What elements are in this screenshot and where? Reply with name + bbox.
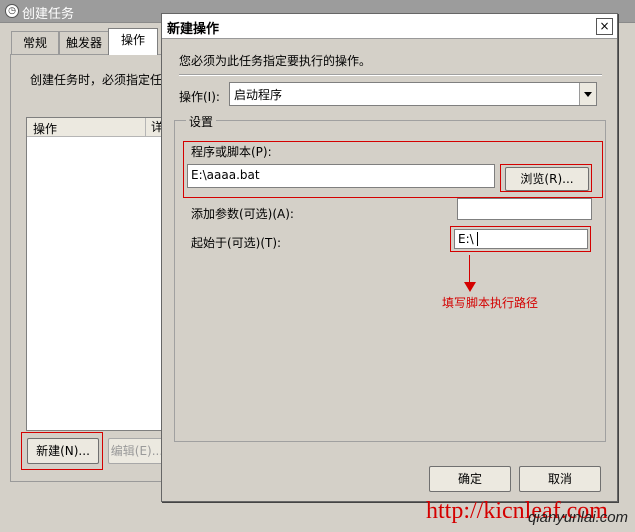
clock-icon: ◷ bbox=[5, 4, 19, 18]
program-input[interactable]: E:\aaaa.bat bbox=[187, 164, 495, 188]
annotation-text: 填写脚本执行路径 bbox=[442, 296, 539, 310]
watermark-secondary: qianyunlai.com bbox=[528, 509, 629, 526]
start-in-label: 起始于(可选)(T): bbox=[191, 236, 282, 250]
chevron-down-icon[interactable] bbox=[579, 83, 596, 105]
action-select[interactable]: 启动程序 bbox=[229, 82, 597, 106]
actions-instruction: 创建任务时，必须指定任 bbox=[30, 73, 163, 87]
action-select-value: 启动程序 bbox=[234, 88, 283, 102]
tab-general[interactable]: 常规 bbox=[11, 31, 59, 54]
divider bbox=[179, 74, 602, 76]
new-action-button[interactable]: 新建(N)... bbox=[27, 438, 99, 464]
program-input-value: E:\aaaa.bat bbox=[191, 168, 260, 182]
tab-actions[interactable]: 操作 bbox=[108, 28, 158, 55]
start-in-input-value: E:\ bbox=[458, 232, 474, 246]
annotation-arrow-line bbox=[469, 255, 470, 283]
arrow-down-icon bbox=[464, 282, 476, 292]
new-action-title: 新建操作 bbox=[167, 22, 220, 37]
text-caret bbox=[477, 232, 478, 246]
create-task-title: 创建任务 bbox=[22, 7, 75, 22]
ok-button[interactable]: 确定 bbox=[429, 466, 511, 492]
settings-legend: 设置 bbox=[186, 113, 217, 130]
start-in-input[interactable]: E:\ bbox=[454, 229, 588, 249]
action-label: 操作(I): bbox=[179, 90, 220, 104]
actions-list-header: 操作 详 bbox=[27, 118, 167, 137]
cancel-button[interactable]: 取消 bbox=[519, 466, 601, 492]
actions-list[interactable]: 操作 详 bbox=[26, 117, 168, 431]
new-action-titlebar: 新建操作 × bbox=[162, 14, 617, 39]
browse-button[interactable]: 浏览(R)... bbox=[505, 167, 589, 191]
close-icon[interactable]: × bbox=[596, 18, 613, 35]
args-label: 添加参数(可选)(A): bbox=[191, 207, 294, 221]
args-input[interactable] bbox=[457, 198, 592, 220]
tab-triggers[interactable]: 触发器 bbox=[59, 31, 109, 54]
edit-action-button[interactable]: 编辑(E)... bbox=[108, 438, 166, 464]
column-header-action[interactable]: 操作 bbox=[33, 120, 57, 137]
dialog-instruction: 您必须为此任务指定要执行的操作。 bbox=[179, 54, 372, 68]
program-label: 程序或脚本(P): bbox=[191, 145, 272, 159]
new-action-dialog: 新建操作 × 您必须为此任务指定要执行的操作。 操作(I): 启动程序 设置 程… bbox=[161, 13, 618, 502]
